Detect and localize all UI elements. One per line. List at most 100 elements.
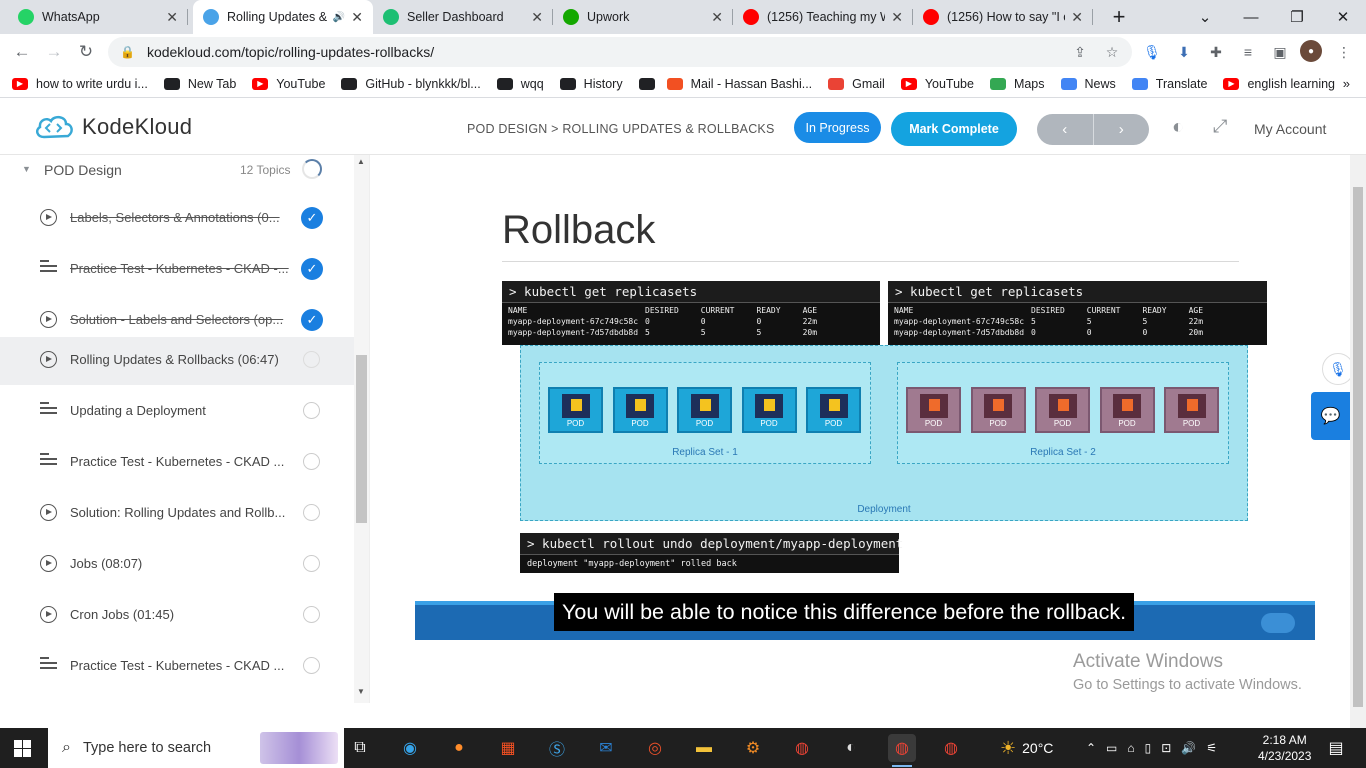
close-tab-icon[interactable]: ✕ <box>1071 9 1083 26</box>
incomplete-circle-icon[interactable] <box>303 453 320 470</box>
file-explorer-icon[interactable]: ▬ <box>690 734 718 762</box>
tab-search-chevron-icon[interactable]: ⌄ <box>1182 0 1228 34</box>
bookmark-item[interactable]: News <box>1060 77 1116 91</box>
next-lesson-button[interactable]: › <box>1094 114 1150 145</box>
sidebar-lesson-item[interactable]: Labels, Selectors & Annotations (0... ✓ <box>0 195 354 243</box>
completed-check-icon[interactable]: ✓ <box>301 309 323 331</box>
taskbar-search-box[interactable]: ⌕ Type here to search <box>48 728 344 768</box>
snail-app-icon[interactable]: ◎ <box>641 734 669 762</box>
sidebar-lesson-item[interactable]: Practice Test - Kubernetes - CKAD ... <box>0 643 354 691</box>
bookmark-item[interactable]: ▶ YouTube <box>900 77 974 91</box>
close-tab-icon[interactable]: ✕ <box>711 9 723 26</box>
browser-tab[interactable]: Rolling Updates & 🔊 ✕ <box>193 0 373 34</box>
my-account-link[interactable]: My Account <box>1254 121 1326 137</box>
browser-tab[interactable]: (1256) Teaching my W ✕ <box>733 0 913 34</box>
page-scroll-thumb[interactable] <box>1353 187 1363 707</box>
bookmark-star-icon[interactable]: ☆ <box>1100 40 1124 64</box>
sidebar-lesson-item[interactable]: Practice Test - Kubernetes - CKAD ... <box>0 439 354 487</box>
close-tab-icon[interactable]: ✕ <box>531 9 543 26</box>
media-queue-icon[interactable]: ≡ <box>1236 40 1260 64</box>
close-window-icon[interactable]: ✕ <box>1320 0 1366 34</box>
incomplete-circle-icon[interactable] <box>303 402 320 419</box>
reload-icon[interactable]: ↻ <box>72 38 100 66</box>
incomplete-circle-icon[interactable] <box>303 351 320 368</box>
sidebar-scrollbar[interactable]: ▲ ▼ <box>354 155 369 703</box>
firefox-icon[interactable]: ● <box>445 734 473 762</box>
bookmark-item[interactable]: wqq <box>496 77 544 91</box>
edge-icon[interactable]: ◉ <box>396 734 424 762</box>
mail-icon[interactable]: ✉ <box>592 734 620 762</box>
menu-kebab-icon[interactable]: ⋮ <box>1332 40 1356 64</box>
sidebar-lesson-item[interactable]: Practice Test - Kubernetes - CKAD -... ✓ <box>0 246 354 294</box>
restore-icon[interactable]: ❐ <box>1274 0 1320 34</box>
bookmark-item[interactable]: ▶ how to write urdu i... <box>12 77 148 91</box>
completed-check-icon[interactable]: ✓ <box>301 207 323 229</box>
browser-tab[interactable]: Seller Dashboard ✕ <box>373 0 553 34</box>
bookmark-item[interactable]: Gmail <box>828 77 885 91</box>
scroll-down-arrow-icon[interactable]: ▼ <box>357 687 365 696</box>
browser-tab[interactable]: Upwork ✕ <box>553 0 733 34</box>
bookmark-item[interactable]: ▶ YouTube <box>252 77 325 91</box>
system-tray-icons[interactable]: ⌃▭⌂▯⊡🔊⚟ <box>1086 728 1227 768</box>
share-icon[interactable]: ⇪ <box>1068 40 1092 64</box>
extension-download-icon[interactable]: ⬇ <box>1172 40 1196 64</box>
browser-tab[interactable]: WhatsApp ✕ <box>8 0 188 34</box>
chrome-active-icon[interactable]: ◍ <box>888 734 916 767</box>
voice-search-icon[interactable]: 🎙 <box>1140 40 1164 64</box>
extensions-puzzle-icon[interactable]: ✚ <box>1204 40 1228 64</box>
bookmark-item[interactable] <box>638 77 655 90</box>
skype-icon[interactable]: Ⓢ <box>543 734 571 762</box>
close-tab-icon[interactable]: ✕ <box>891 9 903 26</box>
obs-icon[interactable]: ◐ <box>837 734 865 762</box>
section-header-pod-design[interactable]: ▼ POD Design 12 Topics <box>0 155 354 185</box>
sidebar-scroll-thumb[interactable] <box>356 355 367 523</box>
tab-audio-icon[interactable]: 🔊 <box>333 12 345 23</box>
chrome-profile-icon[interactable]: ◍ <box>937 734 965 762</box>
bookmark-item[interactable]: Maps <box>989 77 1045 91</box>
browser-tab[interactable]: (1256) How to say "I c ✕ <box>913 0 1093 34</box>
notifications-icon[interactable]: ▤ <box>1322 734 1350 762</box>
forward-arrow-icon[interactable]: → <box>40 38 68 66</box>
windows-start-icon[interactable] <box>14 740 31 757</box>
scroll-up-arrow-icon[interactable]: ▲ <box>357 157 365 166</box>
taskbar-clock[interactable]: 2:18 AM 4/23/2023 <box>1258 732 1311 764</box>
chrome-icon[interactable]: ◍ <box>788 734 816 762</box>
dark-mode-toggle-icon[interactable]: ◐ <box>1172 116 1184 139</box>
in-progress-button[interactable]: In Progress <box>794 112 881 143</box>
back-arrow-icon[interactable]: ← <box>8 38 36 66</box>
completed-check-icon[interactable]: ✓ <box>301 258 323 280</box>
store-icon[interactable]: ▦ <box>494 734 522 762</box>
side-panel-icon[interactable]: ▣ <box>1268 40 1292 64</box>
address-bar[interactable]: 🔒 kodekloud.com/topic/rolling-updates-ro… <box>108 37 1132 67</box>
fullscreen-expand-icon[interactable]: ⤢ <box>1213 116 1227 137</box>
chat-support-icon[interactable]: 💬 <box>1311 392 1350 440</box>
new-tab-plus-icon[interactable]: + <box>1096 0 1142 34</box>
bookmark-item[interactable]: History <box>559 77 623 91</box>
weather-widget[interactable]: ☀ 20°C <box>1000 728 1053 768</box>
sidebar-lesson-item[interactable]: Rolling Updates & Rollbacks (06:47) <box>0 337 354 385</box>
incomplete-circle-icon[interactable] <box>303 504 320 521</box>
bookmark-item[interactable]: Translate <box>1131 77 1207 91</box>
sidebar-lesson-item[interactable]: Solution: Rolling Updates and Rollb... <box>0 490 354 538</box>
close-tab-icon[interactable]: ✕ <box>166 9 178 26</box>
minimize-icon[interactable]: — <box>1228 0 1274 34</box>
bookmark-item[interactable]: GitHub - blynkkk/bl... <box>341 77 481 91</box>
mark-complete-button[interactable]: Mark Complete <box>891 112 1017 146</box>
close-tab-icon[interactable]: ✕ <box>351 9 363 26</box>
incomplete-circle-icon[interactable] <box>303 657 320 674</box>
bookmark-item[interactable]: New Tab <box>163 77 236 91</box>
sidebar-lesson-item[interactable]: Updating a Deployment <box>0 388 354 436</box>
page-scrollbar[interactable] <box>1350 155 1366 728</box>
task-view-icon[interactable]: ⧉ <box>346 734 374 762</box>
previous-lesson-button[interactable]: ‹ <box>1037 114 1094 145</box>
kodekloud-logo[interactable]: KodeKloud <box>34 113 192 141</box>
incomplete-circle-icon[interactable] <box>303 606 320 623</box>
bookmark-item[interactable]: Mail - Hassan Bashi... <box>666 77 812 91</box>
sidebar-lesson-item[interactable]: Jobs (08:07) <box>0 541 354 589</box>
incomplete-circle-icon[interactable] <box>303 555 320 572</box>
profile-avatar-icon[interactable]: ● <box>1300 40 1322 62</box>
more-bookmarks-icon[interactable]: » <box>1343 76 1350 91</box>
bookmark-item[interactable]: ▶ english learning <box>1223 77 1335 91</box>
sidebar-lesson-item[interactable]: Cron Jobs (01:45) <box>0 592 354 640</box>
settings-gear-app-icon[interactable]: ⚙ <box>739 734 767 762</box>
